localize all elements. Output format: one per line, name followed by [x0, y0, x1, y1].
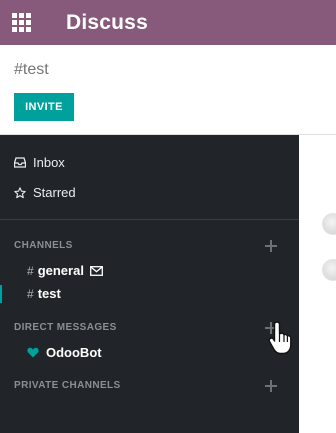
avatar — [322, 259, 336, 281]
envelope-icon — [89, 265, 103, 276]
heart-icon — [27, 347, 39, 359]
channel-item-general[interactable]: # general — [27, 263, 103, 278]
channel-label: general — [37, 263, 84, 278]
add-private-channel-plus-icon[interactable] — [265, 380, 277, 392]
channel-hash-icon: # — [27, 286, 34, 301]
channel-heading: #test — [14, 61, 49, 78]
dm-label: OdooBot — [46, 345, 102, 360]
hand-cursor-icon — [268, 321, 292, 355]
channel-label: test — [37, 286, 61, 301]
channels-section-title: CHANNELS — [14, 240, 73, 251]
app-title: Discuss — [66, 10, 148, 34]
inbox-icon — [14, 157, 26, 169]
sidebar-item-inbox[interactable]: Inbox — [14, 155, 65, 170]
star-icon — [14, 186, 26, 199]
add-channel-plus-icon[interactable] — [265, 240, 277, 252]
channel-hash-icon: # — [27, 263, 34, 278]
channel-item-test[interactable]: # test — [27, 286, 61, 301]
sidebar-divider — [0, 219, 299, 220]
direct-messages-section-title: DIRECT MESSAGES — [14, 322, 117, 333]
sidebar-item-starred[interactable]: Starred — [14, 185, 76, 200]
avatar — [322, 213, 336, 235]
private-channels-section-title: PRIVATE CHANNELS — [14, 380, 121, 391]
top-navbar: Discuss — [0, 0, 336, 45]
apps-grid-icon[interactable] — [10, 12, 32, 34]
invite-button[interactable]: INVITE — [14, 93, 74, 121]
sidebar-item-label: Inbox — [33, 155, 65, 170]
sidebar-item-label: Starred — [33, 185, 76, 200]
active-channel-marker — [0, 285, 2, 303]
discuss-sidebar: Inbox Starred CHANNELS # general # test … — [0, 135, 299, 433]
control-panel: #test INVITE — [0, 45, 336, 135]
dm-item-odoobot[interactable]: OdooBot — [27, 345, 102, 360]
